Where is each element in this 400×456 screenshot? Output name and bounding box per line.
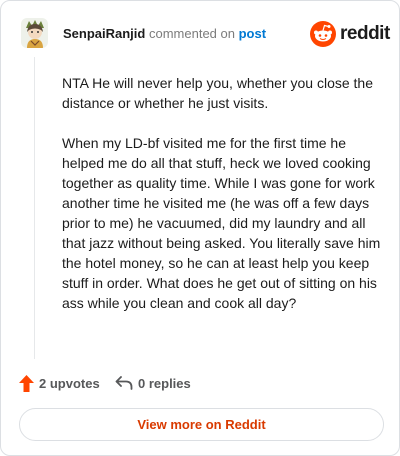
comment-byline: SenpaiRanjid commented on post — [63, 26, 266, 42]
username[interactable]: SenpaiRanjid — [63, 26, 145, 41]
view-more-button[interactable]: View more on Reddit — [19, 408, 384, 441]
reddit-snoo-icon — [310, 21, 336, 47]
reply-arrow-icon — [115, 376, 133, 390]
post-link[interactable]: post — [239, 26, 266, 41]
comment-card: SenpaiRanjid commented on post reddit NT… — [0, 0, 400, 456]
action-text: commented on — [148, 26, 235, 41]
reply-count: 0 replies — [138, 375, 191, 391]
comment-body: NTA He will never help you, whether you … — [62, 73, 384, 333]
reddit-wordmark: reddit — [340, 23, 390, 44]
reddit-logo[interactable]: reddit — [310, 21, 390, 47]
reply-button[interactable]: 0 replies — [115, 373, 191, 393]
upvote-count: 2 upvotes — [39, 375, 100, 391]
comment-header: SenpaiRanjid commented on post reddit — [21, 18, 390, 48]
thread-line — [34, 57, 35, 359]
comment-paragraph: NTA He will never help you, whether you … — [62, 75, 374, 111]
upvote-arrow-icon — [19, 374, 34, 392]
avatar[interactable] — [21, 18, 48, 48]
upvote-button[interactable]: 2 upvotes — [19, 373, 100, 393]
comment-paragraph: When my LD-bf visited me for the first t… — [62, 135, 381, 311]
